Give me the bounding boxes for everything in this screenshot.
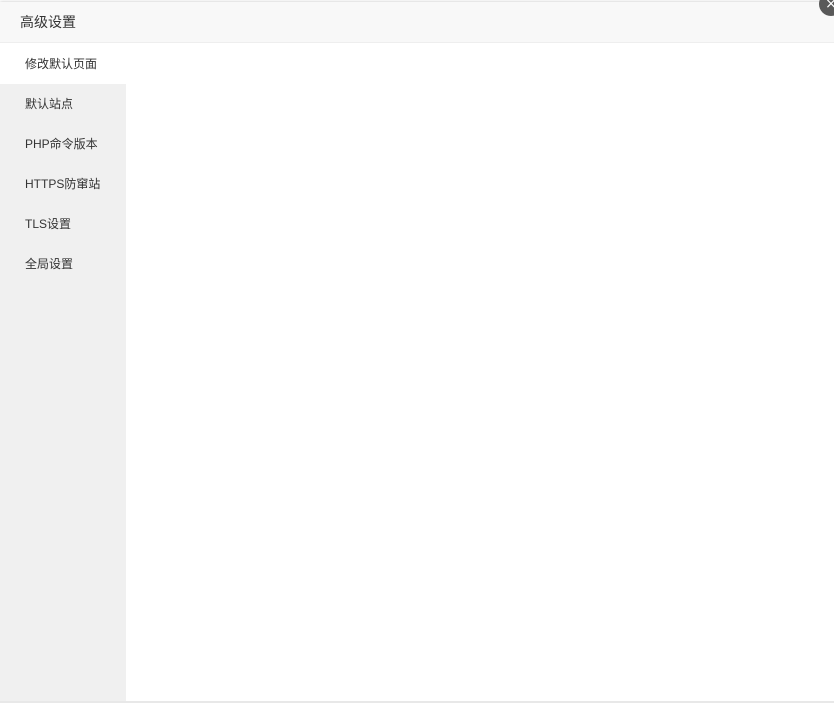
settings-content-panel xyxy=(126,44,834,701)
sidebar-item-global-settings[interactable]: 全局设置 xyxy=(0,244,126,284)
dialog-title: 高级设置 xyxy=(20,14,76,30)
sidebar-item-label: 全局设置 xyxy=(25,257,74,271)
sidebar-item-label: 修改默认页面 xyxy=(25,57,98,71)
sidebar-item-https-anti-hijack[interactable]: HTTPS防窜站 xyxy=(0,164,126,204)
dialog-header: 高级设置 xyxy=(0,2,834,43)
sidebar-item-tls-settings[interactable]: TLS设置 xyxy=(0,204,126,244)
settings-sidebar: 修改默认页面 默认站点 PHP命令版本 HTTPS防窜站 TLS设置 全局设置 xyxy=(0,44,126,701)
advanced-settings-dialog: 高级设置 修改默认页面 默认站点 PHP命令版本 HTTPS防窜站 TLS设置 … xyxy=(0,0,834,701)
sidebar-item-label: HTTPS防窜站 xyxy=(25,177,101,191)
sidebar-item-label: 默认站点 xyxy=(25,97,74,111)
sidebar-item-label: TLS设置 xyxy=(25,217,72,231)
sidebar-item-default-site[interactable]: 默认站点 xyxy=(0,84,126,124)
sidebar-item-php-cli-version[interactable]: PHP命令版本 xyxy=(0,124,126,164)
sidebar-item-label: PHP命令版本 xyxy=(25,137,98,151)
dialog-body: 修改默认页面 默认站点 PHP命令版本 HTTPS防窜站 TLS设置 全局设置 xyxy=(0,44,834,701)
sidebar-item-modify-default-page[interactable]: 修改默认页面 xyxy=(0,44,126,84)
